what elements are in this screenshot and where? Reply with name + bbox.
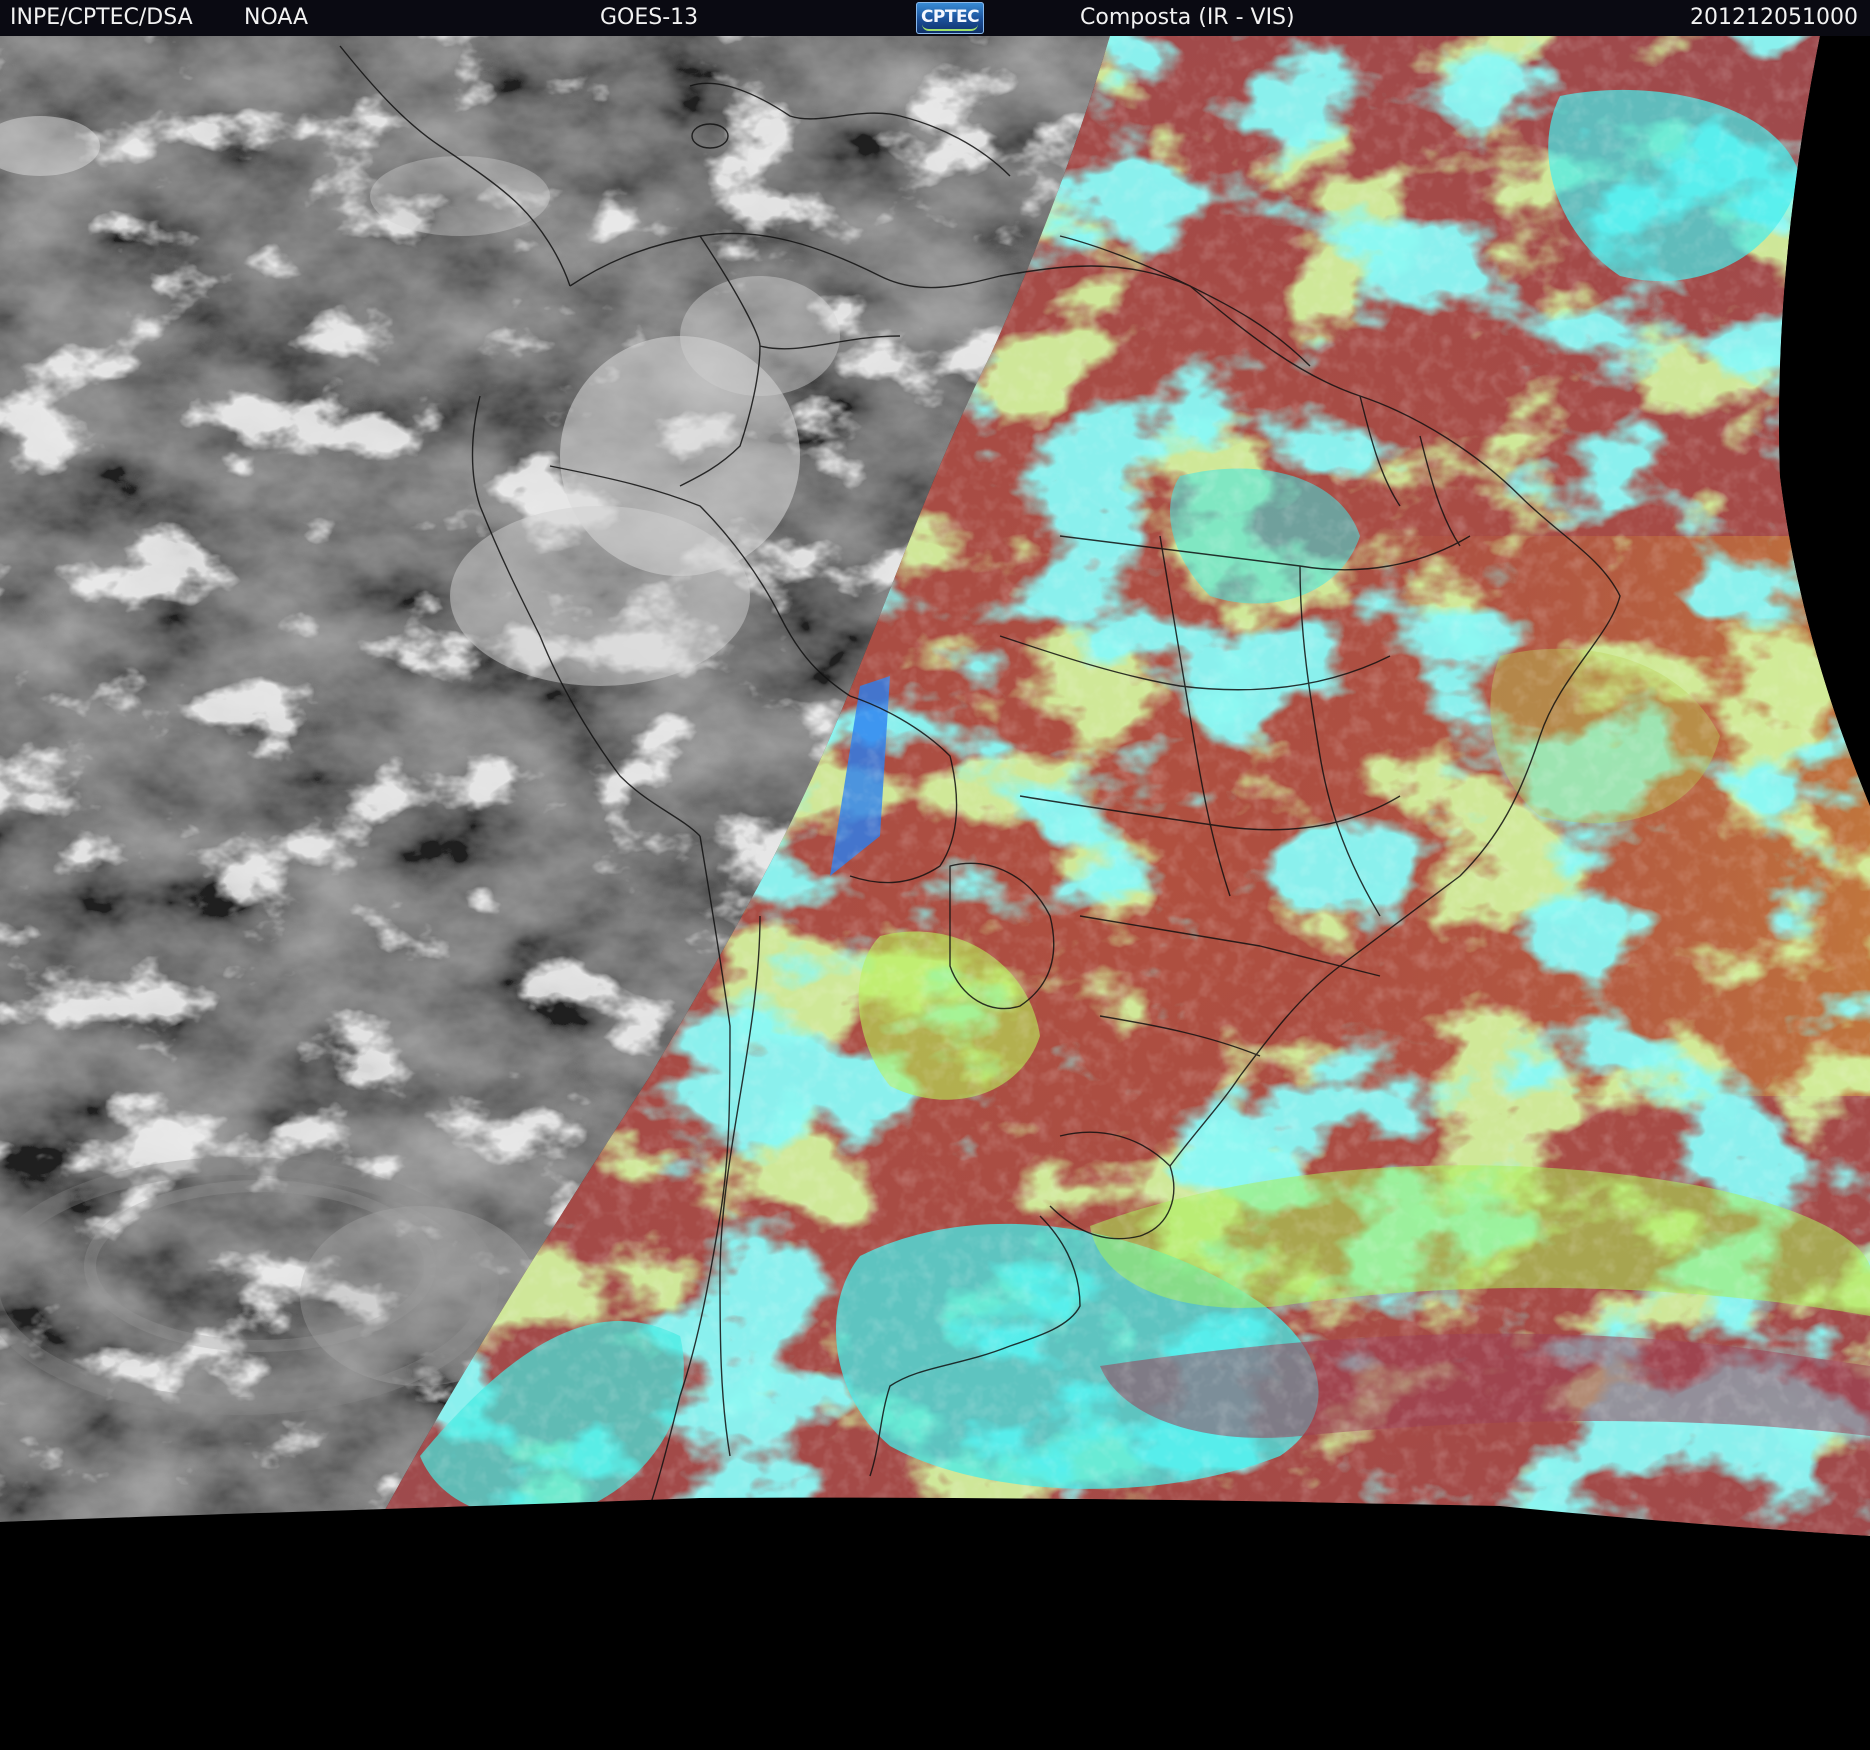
cptec-logo-arc-icon [922, 24, 978, 31]
image-header-bar: INPE/CPTEC/DSA NOAA GOES-13 CPTEC Compos… [0, 0, 1870, 36]
cptec-logo: CPTEC [916, 2, 984, 34]
agency-label: NOAA [244, 5, 309, 30]
timestamp-label: 201212051000 [1690, 5, 1858, 30]
satellite-composite-image [0, 36, 1870, 1750]
satellite-label: GOES-13 [600, 5, 699, 30]
product-label: Composta (IR - VIS) [1080, 5, 1295, 30]
earth-limb-space [0, 1497, 1870, 1750]
institution-label: INPE/CPTEC/DSA [10, 5, 193, 30]
